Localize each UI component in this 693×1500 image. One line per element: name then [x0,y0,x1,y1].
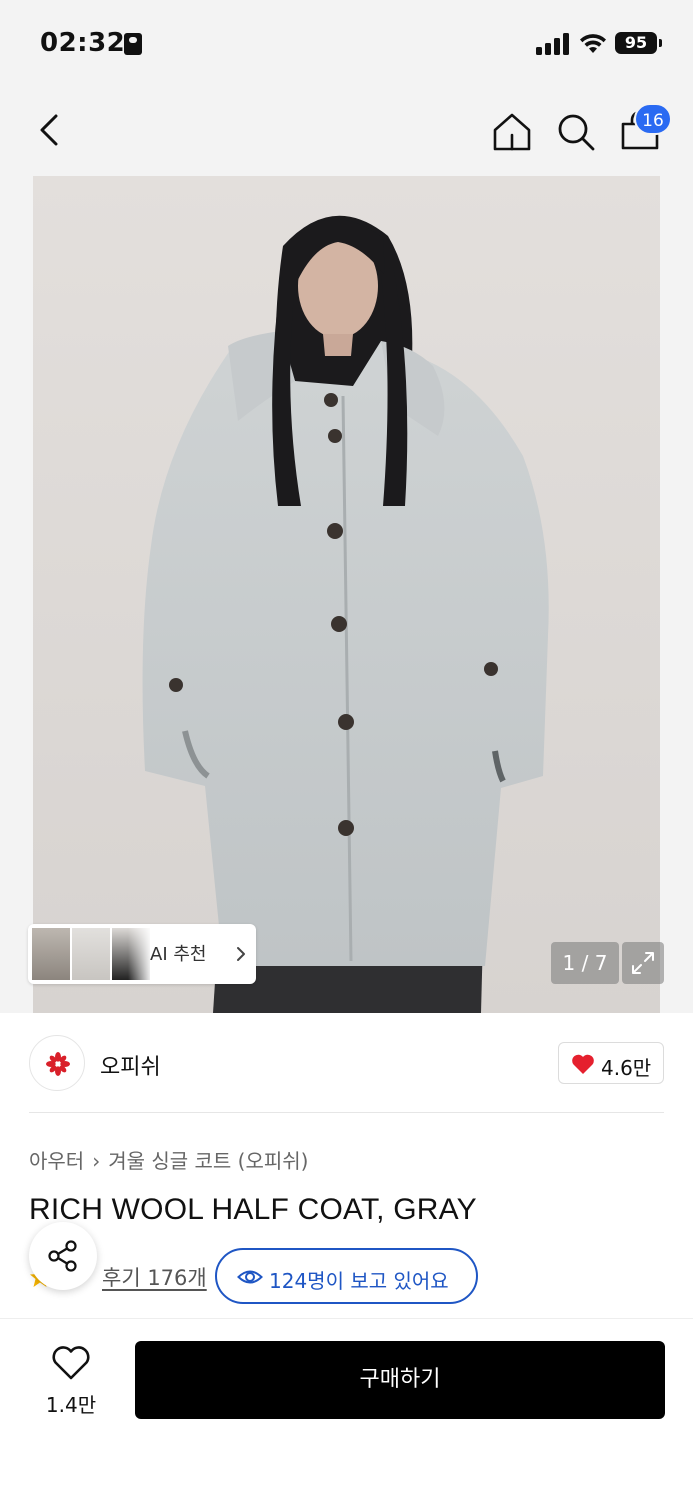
product-photo[interactable] [33,176,660,1013]
share-icon [48,1240,77,1272]
eye-icon [237,1270,263,1284]
heart-icon [572,1054,594,1074]
top-nav-bar [0,88,693,176]
search-icon[interactable] [554,110,598,154]
review-count-link[interactable]: 후기 176개 [102,1262,207,1292]
back-icon[interactable] [30,108,74,152]
battery-indicator: 95 [615,32,662,54]
brand-flower-logo-icon [46,1052,70,1076]
divider [29,1112,664,1113]
id-badge-icon [124,33,142,55]
share-button[interactable] [29,1222,97,1290]
expand-icon [632,952,654,974]
ai-recommendation-label: AI 추천 [150,944,207,965]
status-bar: 02:32 95 [0,0,693,88]
model-coat-illustration [33,176,660,1013]
heart-outline-icon [52,1346,90,1380]
brand-name[interactable]: 오피쉬 [100,1049,161,1081]
brand-logo[interactable] [29,1035,85,1091]
thumbnail-fade [128,928,152,980]
product-gallery[interactable]: AI 추천 1 / 7 [0,176,693,1013]
breadcrumb: 아우터 › 겨울 싱글 코트 (오피쉬) [29,1145,308,1174]
chevron-right-icon [237,947,245,961]
breadcrumb-subcategory[interactable]: 겨울 싱글 코트 (오피쉬) [108,1149,308,1173]
image-page-indicator: 1 / 7 [551,942,619,984]
wishlist-count: 1.4만 [45,1393,97,1417]
chevron-right-icon: › [92,1149,101,1173]
product-title: RICH WOOL HALF COAT, GRAY [29,1193,477,1226]
brand-like-button[interactable]: 4.6만 [558,1042,664,1084]
ai-thumbnail [32,928,70,980]
brand-like-count: 4.6만 [601,1056,652,1080]
bottom-action-bar: 1.4만 구매하기 [0,1318,693,1500]
home-icon[interactable] [490,110,534,154]
wifi-icon [580,34,606,53]
cellular-signal-icon [536,33,569,55]
live-viewers-pill[interactable]: 124명이 보고 있어요 [215,1248,478,1304]
breadcrumb-category[interactable]: 아우터 [29,1149,84,1173]
buy-button[interactable]: 구매하기 [135,1341,665,1419]
expand-image-button[interactable] [622,942,664,984]
status-time: 02:32 [40,28,126,58]
ai-recommendation-card[interactable]: AI 추천 [28,924,256,984]
ai-thumbnail [72,928,110,980]
cart-count-badge: 16 [634,103,672,135]
wishlist-button[interactable]: 1.4만 [30,1343,112,1417]
live-viewers-text: 124명이 보고 있어요 [269,1269,449,1293]
